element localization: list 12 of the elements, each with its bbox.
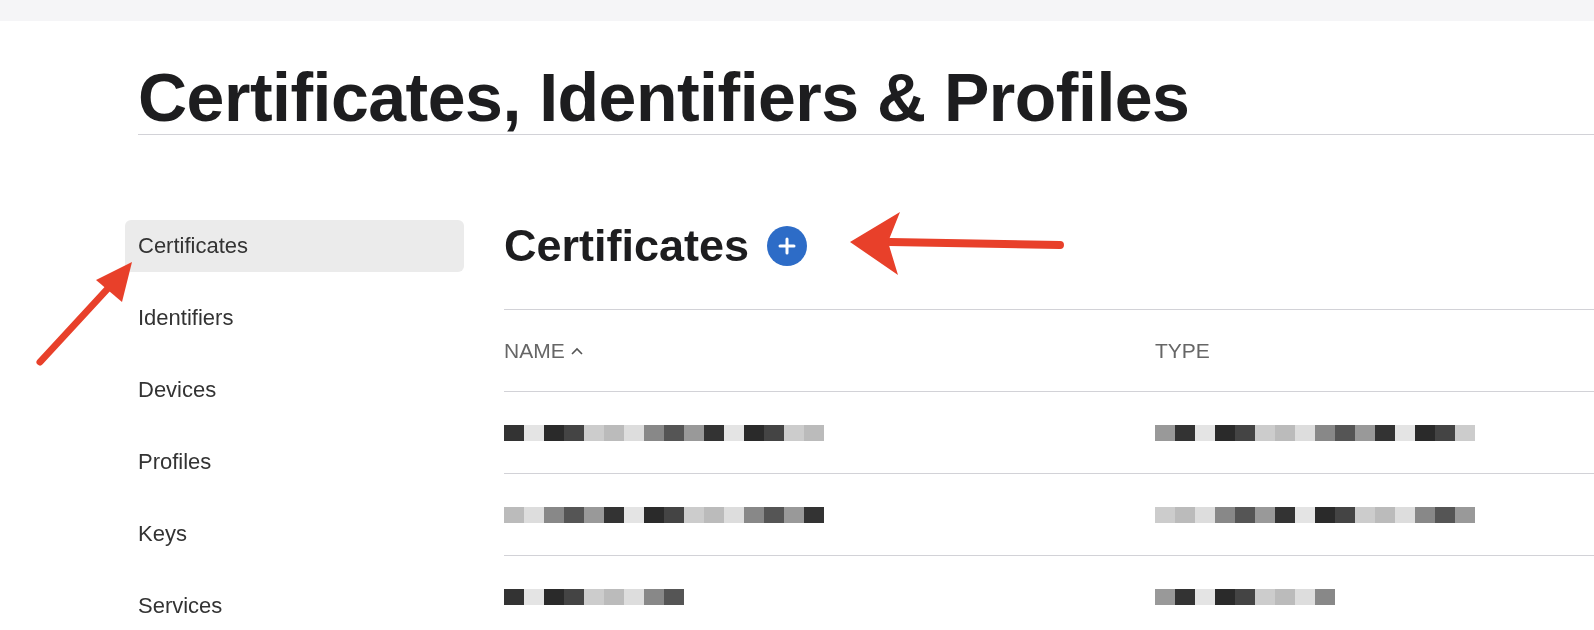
sidebar-item[interactable]: Profiles: [125, 436, 464, 488]
column-header[interactable]: TYPE: [1155, 338, 1210, 363]
sidebar-item[interactable]: Certificates: [125, 220, 464, 272]
sidebar-item[interactable]: Identifiers: [125, 292, 464, 344]
add-button[interactable]: [767, 226, 808, 266]
sidebar-item[interactable]: Devices: [125, 364, 464, 416]
page-title: Certificates, Identifiers & Profiles: [138, 61, 1594, 135]
column-header[interactable]: NAME: [504, 338, 565, 363]
section-title: Certificates: [504, 220, 750, 272]
sidebar-item[interactable]: Services: [125, 580, 464, 630]
plus-icon: [777, 236, 798, 256]
sidebar-item[interactable]: Keys: [125, 508, 464, 560]
